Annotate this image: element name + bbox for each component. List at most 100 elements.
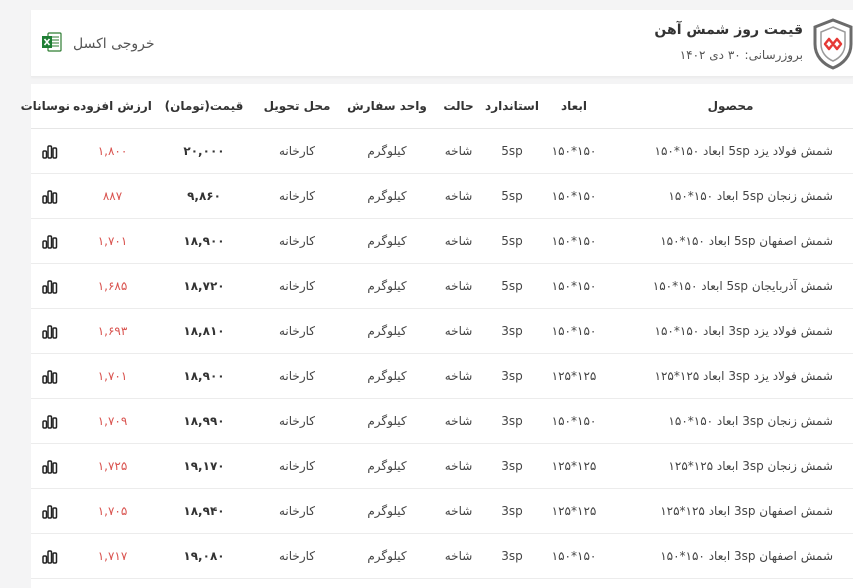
table-row: شمش اصفهان 3sp ابعاد ۱۲۵*۱۲۵ ۱۲۵*۱۲۵ 3sp شا…: [31, 488, 853, 534]
column-header-state: حالت: [433, 84, 484, 129]
cell-fluctuation: [31, 353, 70, 399]
cell-standard: 3sp: [484, 308, 540, 354]
bar-chart-icon[interactable]: [41, 278, 60, 294]
table-row: شمش زنجان 3sp ابعاد ۱۲۵*۱۲۵ ۱۲۵*۱۲۵ 3sp شاخ…: [31, 443, 853, 489]
cell-unit: کیلوگرم: [341, 263, 433, 309]
cell-price: ۱۸,۹۹۰: [155, 398, 253, 444]
cell-product: شمش فولاد یزد 3sp ابعاد ۱۲۵*۱۲۵: [608, 353, 853, 399]
cell-fluctuation: [31, 308, 70, 354]
bar-chart-icon[interactable]: [41, 323, 60, 339]
cell-price: ۹,۸۶۰: [155, 173, 253, 219]
bar-chart-icon[interactable]: [41, 413, 60, 429]
column-header-price: قیمت(تومان): [155, 84, 253, 129]
cell-state: شاخه: [433, 488, 484, 534]
cell-price: ۲۰,۰۰۰: [155, 128, 253, 174]
bar-chart-icon[interactable]: [41, 188, 60, 204]
column-header-size: ابعاد: [540, 84, 608, 129]
last-updated-text: بروزرسانی: ۳۰ دی ۱۴۰۲: [679, 48, 803, 62]
bar-chart-icon[interactable]: [41, 143, 60, 159]
cell-price: ۱۹,۱۷۰: [155, 443, 253, 489]
cell-price: ۱۸,۹۴۰: [155, 488, 253, 534]
cell-standard: 5sp: [484, 263, 540, 309]
cell-price: ۱۸,۷۲۰: [155, 263, 253, 309]
cell-size: ۱۲۵*۱۲۵: [540, 488, 608, 534]
cell-standard: 3sp: [484, 488, 540, 534]
cell-delivery: کارخانه: [253, 128, 341, 174]
column-header-standard: استاندارد: [484, 84, 540, 129]
cell-size: ۱۲۵*۱۲۵: [540, 443, 608, 489]
cell-fluctuation: [31, 443, 70, 489]
cell-unit: کیلوگرم: [341, 398, 433, 444]
cell-added-value: ۱,۷۰۵: [70, 488, 155, 534]
cell-size: ۱۵۰*۱۵۰: [540, 308, 608, 354]
cell-delivery: کارخانه: [253, 218, 341, 264]
cell-fluctuation: [31, 398, 70, 444]
cell-added-value: ۱,۶۸۵: [70, 263, 155, 309]
cell-product: شمش فولاد یزد 5sp ابعاد ۱۵۰*۱۵۰: [608, 128, 853, 174]
cell-standard: 5sp: [484, 128, 540, 174]
cell-unit: کیلوگرم: [341, 353, 433, 399]
cell-added-value: ۱,۷۱۷: [70, 533, 155, 579]
cell-unit: کیلوگرم: [341, 488, 433, 534]
bar-chart-icon[interactable]: [41, 503, 60, 519]
cell-price: ۱۸,۹۰۰: [155, 353, 253, 399]
cell-price: ۱۸,۹۰۰: [155, 218, 253, 264]
cell-product: شمش زنجان 5sp ابعاد ۱۵۰*۱۵۰: [608, 173, 853, 219]
page-title: قیمت روز شمش آهن: [654, 22, 803, 38]
cell-product: شمش اصفهان 3sp ابعاد ۱۵۰*۱۵۰: [608, 533, 853, 579]
table-row: شمش فولاد یزد 3sp ابعاد ۱۵۰*۱۵۰ ۱۵۰*۱۵۰ 3s…: [31, 308, 853, 354]
cell-fluctuation: [31, 488, 70, 534]
cell-state: شاخه: [433, 533, 484, 579]
table-row: شمش فولاد یزد 3sp ابعاد ۱۲۵*۱۲۵ ۱۲۵*۱۲۵ 3s…: [31, 353, 853, 399]
cell-size: ۱۵۰*۱۵۰: [540, 533, 608, 579]
cell-standard: 3sp: [484, 398, 540, 444]
cell-delivery: کارخانه: [253, 488, 341, 534]
cell-added-value: ۸۸۷: [70, 173, 155, 219]
cell-product: شمش زنجان 3sp ابعاد ۱۲۵*۱۲۵: [608, 443, 853, 489]
excel-export-label: خروجی اکسل: [73, 36, 155, 52]
column-header-fluctuation: نوسانات: [21, 84, 70, 129]
bar-chart-icon[interactable]: [41, 368, 60, 384]
table-row: شمش زنجان 3sp ابعاد ۱۵۰*۱۵۰ ۱۵۰*۱۵۰ 3sp شاخ…: [31, 398, 853, 444]
cell-state: شاخه: [433, 353, 484, 399]
table-row: شمش اصفهان 5sp ابعاد ۱۵۰*۱۵۰ ۱۵۰*۱۵۰ 5sp شا…: [31, 218, 853, 264]
cell-size: ۱۵۰*۱۵۰: [540, 398, 608, 444]
cell-delivery: کارخانه: [253, 263, 341, 309]
bar-chart-icon[interactable]: [41, 548, 60, 564]
shield-logo-icon: [813, 18, 853, 70]
cell-delivery: کارخانه: [253, 308, 341, 354]
cell-state: شاخه: [433, 398, 484, 444]
cell-standard: 3sp: [484, 353, 540, 399]
cell-added-value: ۱,۷۰۹: [70, 398, 155, 444]
cell-state: شاخه: [433, 308, 484, 354]
cell-unit: کیلوگرم: [341, 128, 433, 174]
cell-size: ۱۵۰*۱۵۰: [540, 218, 608, 264]
cell-unit: کیلوگرم: [341, 218, 433, 264]
table-row: شمش آذربایجان 5sp ابعاد ۱۵۰*۱۵۰ ۱۵۰*۱۵۰ 5s…: [31, 263, 853, 309]
cell-delivery: کارخانه: [253, 443, 341, 489]
cell-unit: کیلوگرم: [341, 173, 433, 219]
column-header-added-value: ارزش افزوده: [70, 84, 155, 129]
column-header-product: محصول: [608, 84, 853, 129]
bar-chart-icon[interactable]: [41, 458, 60, 474]
cell-size: ۱۵۰*۱۵۰: [540, 173, 608, 219]
cell-state: شاخه: [433, 218, 484, 264]
excel-export-button[interactable]: خروجی اکسل: [41, 32, 155, 56]
cell-fluctuation: [31, 263, 70, 309]
cell-delivery: کارخانه: [253, 353, 341, 399]
cell-standard: 3sp: [484, 443, 540, 489]
cell-state: شاخه: [433, 128, 484, 174]
column-header-unit: واحد سفارش: [341, 84, 433, 129]
cell-price: ۱۸,۸۱۰: [155, 308, 253, 354]
cell-size: ۱۵۰*۱۵۰: [540, 128, 608, 174]
cell-fluctuation: [31, 173, 70, 219]
price-table: محصول ابعاد استاندارد حالت واحد سفارش مح…: [21, 84, 853, 579]
cell-added-value: ۱,۷۲۵: [70, 443, 155, 489]
cell-unit: کیلوگرم: [341, 308, 433, 354]
price-table-card: محصول ابعاد استاندارد حالت واحد سفارش مح…: [21, 84, 853, 588]
cell-added-value: ۱,۸۰۰: [70, 128, 155, 174]
cell-added-value: ۱,۷۰۱: [70, 218, 155, 264]
bar-chart-icon[interactable]: [41, 233, 60, 249]
cell-size: ۱۲۵*۱۲۵: [540, 353, 608, 399]
excel-icon: [41, 31, 63, 57]
